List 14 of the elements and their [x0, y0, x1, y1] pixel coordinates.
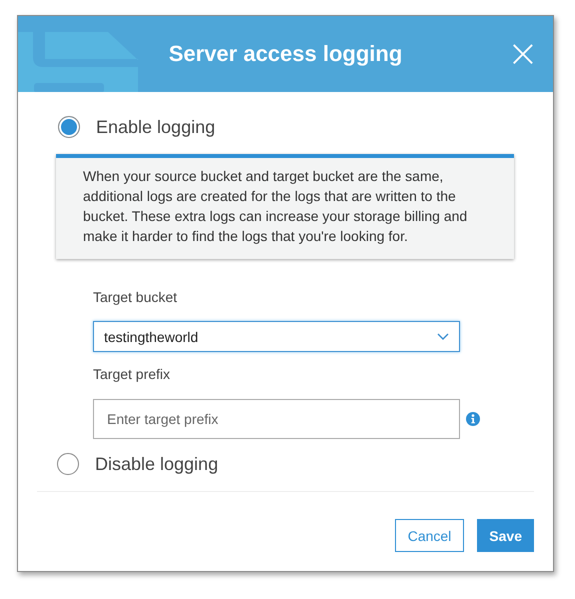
option-label[interactable]: Enable logging — [96, 116, 216, 138]
save-button[interactable]: Save — [477, 519, 534, 552]
bucket-dropdown[interactable]: testingtheworld — [93, 321, 460, 352]
field-label: Target bucket — [93, 289, 178, 305]
radio-button[interactable] — [58, 116, 80, 138]
prefix-field[interactable]: Enter target prefix — [93, 399, 460, 439]
note-text: When your source bucket and target bucket are the same, additional logs are created for the logs that are written to the bucket. These extra logs can increase your storage billing and make it harder to find the logs that you're looking for. — [83, 167, 468, 246]
info-icon[interactable] — [466, 412, 480, 426]
cancel-button[interactable]: Cancel — [394, 519, 464, 552]
field-label: Target prefix — [93, 366, 172, 382]
chevron-icon — [437, 332, 449, 340]
option-label[interactable]: Disable logging — [95, 454, 218, 474]
dialog-title: Server access logging — [168, 41, 402, 67]
radio-button[interactable] — [57, 453, 79, 475]
